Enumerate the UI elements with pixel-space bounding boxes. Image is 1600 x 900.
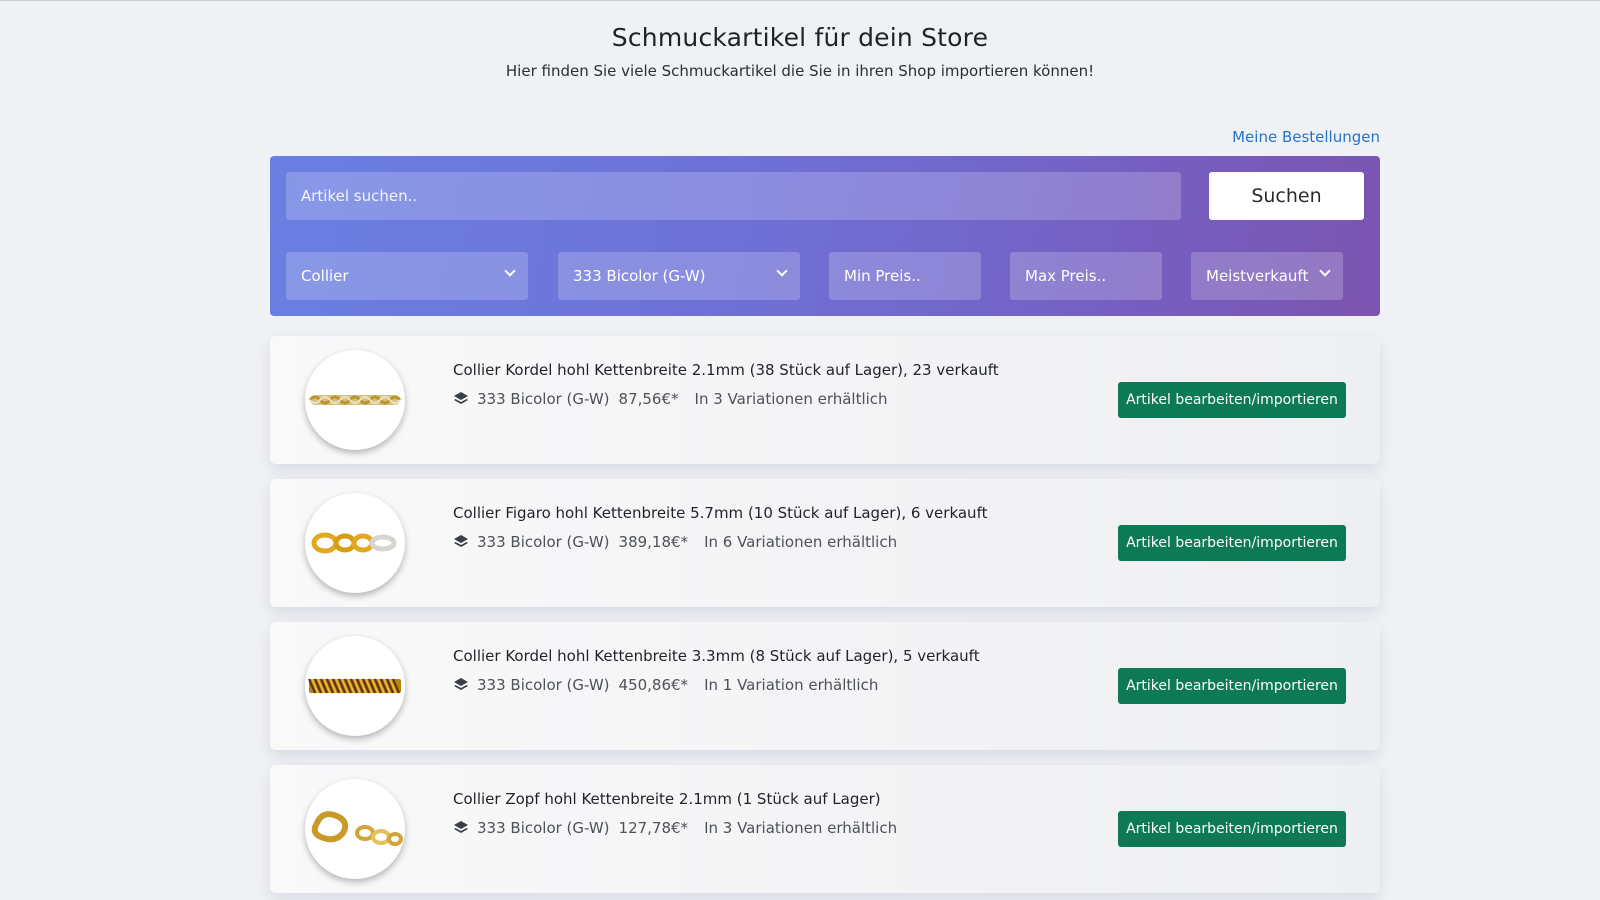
layers-icon <box>454 821 468 833</box>
chevron-down-icon <box>506 252 514 298</box>
layers-icon <box>454 678 468 690</box>
product-title: Collier Figaro hohl Kettenbreite 5.7mm (… <box>453 504 988 522</box>
min-price-placeholder: Min Preis.. <box>844 267 921 285</box>
chevron-down-icon <box>778 252 786 298</box>
product-variations: In 1 Variation erhältlich <box>704 676 879 694</box>
search-input[interactable] <box>286 172 1181 220</box>
max-price-placeholder: Max Preis.. <box>1025 267 1107 285</box>
product-variations: In 3 Variationen erhältlich <box>704 819 898 837</box>
edit-import-button[interactable]: Artikel bearbeiten/importieren <box>1118 668 1346 704</box>
max-price-input[interactable]: Max Preis.. <box>1010 252 1162 300</box>
page-title: Schmuckartikel für dein Store <box>611 23 989 52</box>
material-select-value: 333 Bicolor (G-W) <box>573 267 706 285</box>
product-meta: 333 Bicolor (G-W) 389,18€* In 6 Variatio… <box>453 533 897 551</box>
edit-import-button[interactable]: Artikel bearbeiten/importieren <box>1118 382 1346 418</box>
product-price: 450,86€* <box>618 676 689 694</box>
product-material: 333 Bicolor (G-W) <box>477 676 610 694</box>
product-price: 87,56€* <box>618 390 679 408</box>
product-image <box>305 350 405 450</box>
product-image <box>305 779 405 879</box>
product-material: 333 Bicolor (G-W) <box>477 390 610 408</box>
product-meta: 333 Bicolor (G-W) 87,56€* In 3 Variation… <box>453 390 888 408</box>
product-price: 127,78€* <box>618 819 689 837</box>
search-panel: Suchen Collier 333 Bicolor (G-W) Min Pre… <box>270 156 1380 316</box>
min-price-input[interactable]: Min Preis.. <box>829 252 981 300</box>
chevron-down-icon <box>1321 252 1329 298</box>
edit-import-button[interactable]: Artikel bearbeiten/importieren <box>1118 525 1346 561</box>
category-select[interactable]: Collier <box>286 252 528 300</box>
search-button[interactable]: Suchen <box>1209 172 1364 220</box>
product-material: 333 Bicolor (G-W) <box>477 819 610 837</box>
page-subtitle: Hier finden Sie viele Schmuckartikel die… <box>505 62 1095 80</box>
product-material: 333 Bicolor (G-W) <box>477 533 610 551</box>
product-card: Collier Zopf hohl Kettenbreite 2.1mm (1 … <box>270 765 1380 893</box>
product-price: 389,18€* <box>618 533 689 551</box>
layers-icon <box>454 392 468 404</box>
product-title: Collier Zopf hohl Kettenbreite 2.1mm (1 … <box>453 790 881 808</box>
layers-icon <box>454 535 468 547</box>
sort-select-value: Meistverkauft <box>1206 267 1309 285</box>
product-card: Collier Kordel hohl Kettenbreite 3.3mm (… <box>270 622 1380 750</box>
page-header: Schmuckartikel für dein Store Hier finde… <box>0 1 1600 80</box>
material-select[interactable]: 333 Bicolor (G-W) <box>558 252 800 300</box>
edit-import-button[interactable]: Artikel bearbeiten/importieren <box>1118 811 1346 847</box>
product-card: Collier Kordel hohl Kettenbreite 2.1mm (… <box>270 336 1380 464</box>
product-title: Collier Kordel hohl Kettenbreite 3.3mm (… <box>453 647 980 665</box>
sort-select[interactable]: Meistverkauft <box>1191 252 1343 300</box>
product-variations: In 6 Variationen erhältlich <box>704 533 898 551</box>
product-image <box>305 636 405 736</box>
my-orders-link[interactable]: Meine Bestellungen <box>1232 128 1380 146</box>
product-image <box>305 493 405 593</box>
product-title: Collier Kordel hohl Kettenbreite 2.1mm (… <box>453 361 999 379</box>
product-meta: 333 Bicolor (G-W) 127,78€* In 3 Variatio… <box>453 819 897 837</box>
product-meta: 333 Bicolor (G-W) 450,86€* In 1 Variatio… <box>453 676 878 694</box>
product-variations: In 3 Variationen erhältlich <box>694 390 888 408</box>
product-card: Collier Figaro hohl Kettenbreite 5.7mm (… <box>270 479 1380 607</box>
category-select-value: Collier <box>301 267 349 285</box>
